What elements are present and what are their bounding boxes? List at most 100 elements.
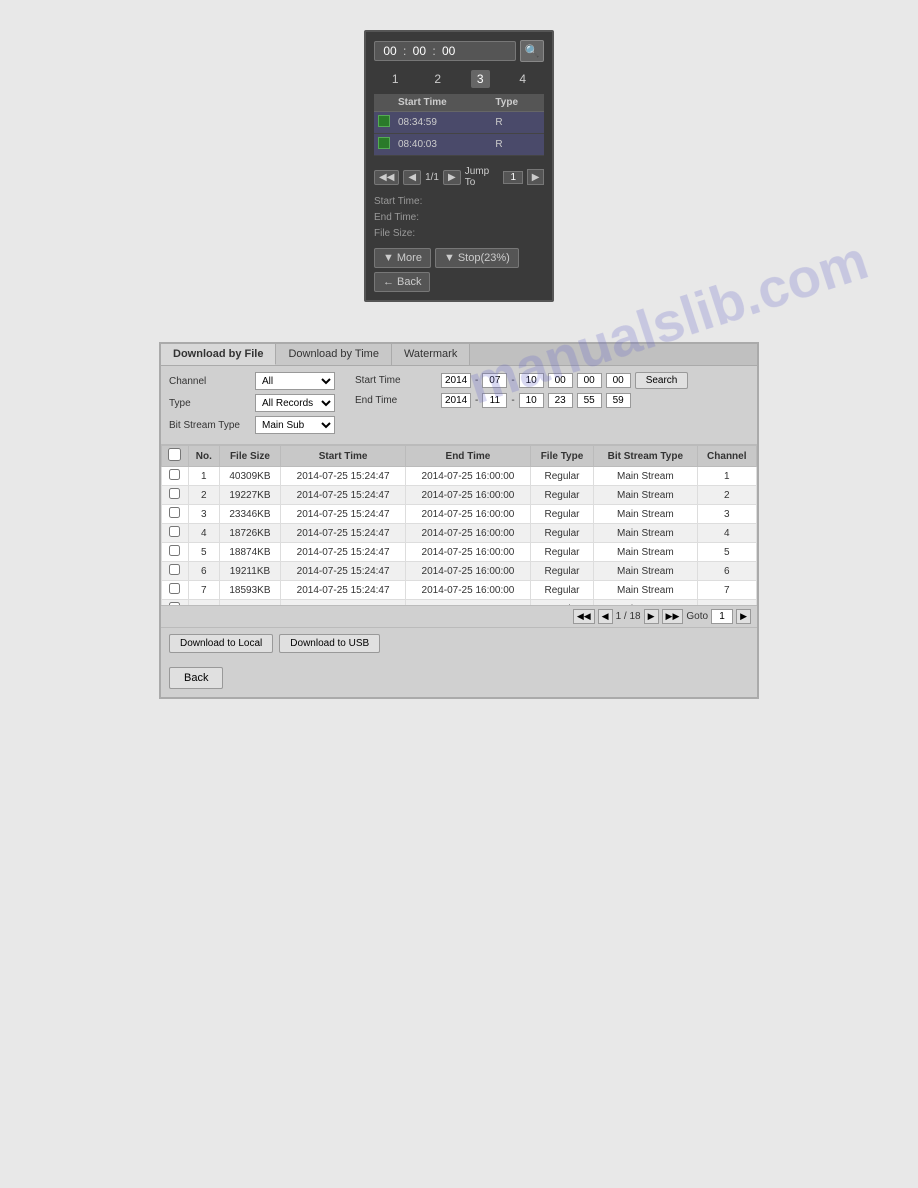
channel-tab-2[interactable]: 2 bbox=[428, 70, 447, 88]
row-endtime-3: 2014-07-25 16:00:00 bbox=[406, 524, 531, 543]
recording-row-1[interactable]: 08:40:03 R bbox=[374, 134, 544, 156]
row-checkbox-2[interactable] bbox=[169, 507, 180, 518]
table-prev-btn[interactable]: ◀ bbox=[598, 609, 613, 624]
th-checkbox bbox=[162, 446, 189, 467]
time-sep-2: : bbox=[432, 44, 435, 58]
row-checkbox-3[interactable] bbox=[169, 526, 180, 537]
next-page-button[interactable]: ▶ bbox=[443, 170, 461, 185]
start-sec[interactable] bbox=[606, 373, 631, 388]
recordings-table: Start Time Type 08:34:59 R 08:40:03 R bbox=[374, 94, 544, 156]
row-endtime-5: 2014-07-25 16:00:00 bbox=[406, 562, 531, 581]
row-filesize-6: 18593KB bbox=[219, 581, 280, 600]
more-button[interactable]: ▼ More bbox=[374, 248, 431, 268]
row-starttime-1: 2014-07-25 15:24:47 bbox=[281, 486, 406, 505]
prev-page-button[interactable]: ◀ bbox=[403, 170, 421, 185]
table-goto-btn[interactable]: ▶ bbox=[736, 609, 751, 624]
table-row[interactable]: 4 18726KB 2014-07-25 15:24:47 2014-07-25… bbox=[162, 524, 757, 543]
row-checkbox-7[interactable] bbox=[169, 602, 180, 605]
row-checkbox-1[interactable] bbox=[169, 488, 180, 499]
table-row[interactable]: 8 19170KB 2014-07-25 15:24:47 2014-07-25… bbox=[162, 600, 757, 606]
action-buttons-row1: ▼ More ▼ Stop(23%) bbox=[374, 248, 544, 268]
file-size-label: File Size: bbox=[374, 226, 544, 242]
row-checkbox-6[interactable] bbox=[169, 583, 180, 594]
stop-button[interactable]: ▼ Stop(23%) bbox=[435, 248, 519, 268]
type-select[interactable]: All Records bbox=[255, 394, 335, 412]
bitstream-label: Bit Stream Type bbox=[169, 420, 249, 431]
panel-back-button[interactable]: Back bbox=[169, 667, 223, 689]
time-search-row: : : 🔍 bbox=[374, 40, 544, 62]
download-panel: Download by File Download by Time Waterm… bbox=[159, 342, 759, 699]
minutes-input[interactable] bbox=[408, 44, 430, 58]
tab-download-by-file[interactable]: Download by File bbox=[161, 344, 276, 365]
tab-watermark[interactable]: Watermark bbox=[392, 344, 470, 365]
start-year[interactable] bbox=[441, 373, 471, 388]
channel-tab-1[interactable]: 1 bbox=[386, 70, 405, 88]
end-min[interactable] bbox=[577, 393, 602, 408]
end-sec[interactable] bbox=[606, 393, 631, 408]
seconds-input[interactable] bbox=[438, 44, 460, 58]
end-year[interactable] bbox=[441, 393, 471, 408]
tab-download-by-time[interactable]: Download by Time bbox=[276, 344, 392, 365]
table-row[interactable]: 6 19211KB 2014-07-25 15:24:47 2014-07-25… bbox=[162, 562, 757, 581]
start-day[interactable] bbox=[519, 373, 544, 388]
row-filetype-3: Regular bbox=[530, 524, 593, 543]
start-min[interactable] bbox=[577, 373, 602, 388]
recording-row-0[interactable]: 08:34:59 R bbox=[374, 112, 544, 134]
back-button[interactable]: ← Back bbox=[374, 272, 430, 292]
row-starttime-4: 2014-07-25 15:24:47 bbox=[281, 543, 406, 562]
rec-checkbox-0[interactable] bbox=[378, 115, 390, 127]
rec-type-0: R bbox=[491, 112, 544, 134]
row-starttime-7: 2014-07-25 15:24:47 bbox=[281, 600, 406, 606]
download-local-button[interactable]: Download to Local bbox=[169, 634, 273, 653]
back-button-row: ← Back bbox=[374, 272, 544, 292]
row-endtime-2: 2014-07-25 16:00:00 bbox=[406, 505, 531, 524]
time-search-button[interactable]: 🔍 bbox=[520, 40, 544, 62]
row-channel-5: 6 bbox=[697, 562, 756, 581]
hours-input[interactable] bbox=[379, 44, 401, 58]
row-endtime-7: 2014-07-25 16:00:00 bbox=[406, 600, 531, 606]
row-checkbox-4[interactable] bbox=[169, 545, 180, 556]
bitstream-select[interactable]: Main Sub bbox=[255, 416, 335, 434]
table-goto-input[interactable] bbox=[711, 609, 733, 624]
start-date-inputs: - - Search bbox=[441, 372, 688, 389]
row-checkbox-0[interactable] bbox=[169, 469, 180, 480]
bottom-search-button[interactable]: Search bbox=[635, 372, 689, 389]
table-row[interactable]: 2 19227KB 2014-07-25 15:24:47 2014-07-25… bbox=[162, 486, 757, 505]
table-last-btn[interactable]: ▶▶ bbox=[662, 609, 684, 624]
time-sep-1: : bbox=[403, 44, 406, 58]
table-row[interactable]: 1 40309KB 2014-07-25 15:24:47 2014-07-25… bbox=[162, 467, 757, 486]
download-usb-button[interactable]: Download to USB bbox=[279, 634, 380, 653]
row-endtime-6: 2014-07-25 16:00:00 bbox=[406, 581, 531, 600]
download-buttons-row: Download to Local Download to USB bbox=[161, 627, 757, 659]
table-first-btn[interactable]: ◀◀ bbox=[573, 609, 595, 624]
channel-select[interactable]: All bbox=[255, 372, 335, 390]
rec-checkbox-1[interactable] bbox=[378, 137, 390, 149]
start-time-row: Start Time - - Search bbox=[355, 372, 688, 389]
table-row[interactable]: 5 18874KB 2014-07-25 15:24:47 2014-07-25… bbox=[162, 543, 757, 562]
table-next-btn[interactable]: ▶ bbox=[644, 609, 659, 624]
channel-tab-3[interactable]: 3 bbox=[471, 70, 490, 88]
channel-tabs: 1 2 3 4 bbox=[374, 70, 544, 88]
table-row[interactable]: 7 18593KB 2014-07-25 15:24:47 2014-07-25… bbox=[162, 581, 757, 600]
row-filesize-5: 19211KB bbox=[219, 562, 280, 581]
jump-go-button[interactable]: ▶ bbox=[527, 169, 544, 185]
jump-to-label: Jump To bbox=[465, 166, 500, 188]
start-hour[interactable] bbox=[548, 373, 573, 388]
select-all-checkbox[interactable] bbox=[168, 448, 181, 461]
bitstream-filter-row: Bit Stream Type Main Sub bbox=[169, 416, 335, 434]
row-filetype-5: Regular bbox=[530, 562, 593, 581]
row-checkbox-5[interactable] bbox=[169, 564, 180, 575]
channel-tab-4[interactable]: 4 bbox=[513, 70, 532, 88]
jump-to-input[interactable] bbox=[503, 171, 523, 184]
first-page-button[interactable]: ◀◀ bbox=[374, 170, 399, 185]
row-no-2: 3 bbox=[188, 505, 219, 524]
end-day[interactable] bbox=[519, 393, 544, 408]
th-start-time: Start Time bbox=[281, 446, 406, 467]
end-hour[interactable] bbox=[548, 393, 573, 408]
row-filetype-0: Regular bbox=[530, 467, 593, 486]
row-filetype-1: Regular bbox=[530, 486, 593, 505]
end-time-label: End Time: bbox=[374, 210, 544, 226]
start-month[interactable] bbox=[482, 373, 507, 388]
table-row[interactable]: 3 23346KB 2014-07-25 15:24:47 2014-07-25… bbox=[162, 505, 757, 524]
end-month[interactable] bbox=[482, 393, 507, 408]
